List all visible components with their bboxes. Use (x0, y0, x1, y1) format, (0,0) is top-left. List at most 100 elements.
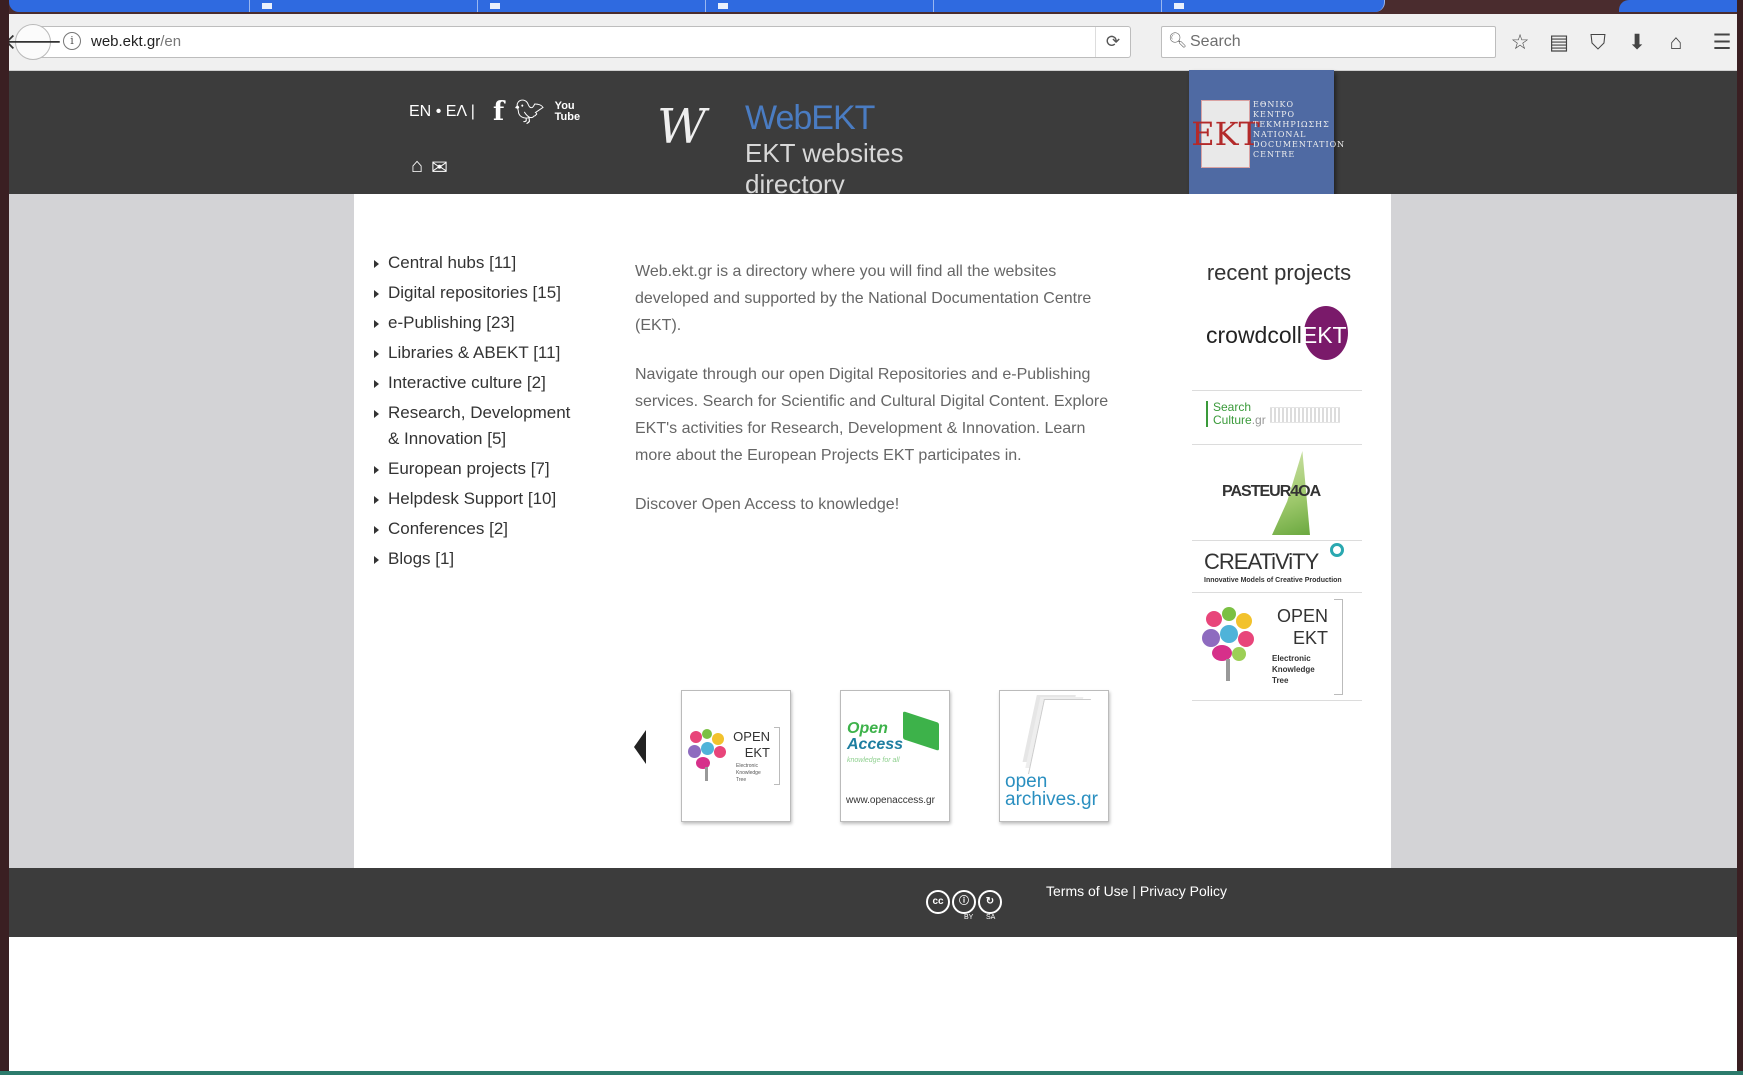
site-info-icon[interactable]: i (63, 32, 81, 50)
download-icon[interactable]: ⬇ (1623, 30, 1651, 56)
ekt-monogram: EKT (1191, 100, 1260, 168)
openaccess-open-label: Open (847, 720, 888, 737)
carousel-slide-openaccess[interactable]: Open Access knowledge for all www.openac… (840, 690, 950, 822)
category-item[interactable]: Interactive culture [2] (374, 370, 584, 396)
bookmark-star-icon[interactable]: ☆ (1506, 30, 1534, 56)
openaccess-access-label: Access (847, 736, 904, 753)
browser-tab[interactable] (933, 0, 1162, 12)
mail-icon[interactable]: ✉ (431, 155, 448, 180)
category-item[interactable]: Research, Development & Innovation [5] (374, 400, 584, 452)
openaccess-book-icon (903, 711, 939, 751)
privacy-link[interactable]: Privacy Policy (1140, 883, 1227, 899)
intro-paragraph: Web.ekt.gr is a directory where you will… (635, 263, 1092, 334)
openekt-subtitle: Electronic Knowledge Tree (1272, 654, 1315, 685)
creative-commons-badge[interactable]: cc ⓘ ↻ (926, 890, 1002, 914)
cc-sa-label: SA (986, 914, 996, 921)
lang-en-link[interactable]: EN (409, 103, 431, 120)
project-searchculture[interactable]: Search Culture.gr (1192, 391, 1362, 445)
lang-separator: • (435, 103, 442, 120)
youtube-icon[interactable]: You Tube (555, 101, 580, 123)
home-icon[interactable]: ⌂ (411, 155, 423, 180)
webekt-logo[interactable]: W WebEKT EKT websites directory (657, 99, 987, 199)
carousel: OPEN EKT Electronic Knowledge Tree Open … (634, 690, 1154, 830)
category-item[interactable]: European projects [7] (374, 456, 584, 482)
url-host: web.ekt.gr (91, 33, 161, 50)
back-arrow-icon: 🡐 (9, 29, 63, 54)
browser-tab[interactable] (1619, 0, 1737, 12)
openekt-tree-icon (1202, 607, 1258, 683)
ekt-badge[interactable]: EKT ΕΘΝΙΚΟ ΚΕΝΤΡΟ ΤΕΚΜΗΡΙΩΣΗΣ NATIONAL D… (1189, 70, 1346, 205)
url-path: /en (160, 33, 182, 50)
url-text[interactable]: web.ekt.gr/en (91, 33, 181, 50)
reload-icon[interactable]: ⟳ (1095, 27, 1130, 57)
browser-tab[interactable] (477, 0, 706, 12)
category-item[interactable]: Helpdesk Support [10] (374, 486, 584, 512)
project-creativity[interactable]: CREATiViTY Innovative Models of Creative… (1192, 541, 1362, 593)
browser-window: i web.ekt.gr/en ⟳ 🡐 🔍︎ ☆ ▤ ⛉ ⬇ ⌂ ☰ EN • … (9, 0, 1737, 1075)
home-icon[interactable]: ⌂ (1662, 30, 1690, 56)
carousel-prev-icon[interactable] (634, 730, 646, 764)
searchculture-label: Search Culture (1213, 400, 1252, 427)
recent-projects-heading-box: recent projects (1194, 260, 1364, 286)
pasteur-label: PASTEUR4OA (1222, 483, 1321, 500)
creativity-subtitle: Innovative Models of Creative Production (1204, 577, 1342, 584)
taskbar-edge (0, 1071, 1743, 1075)
searchculture-gr-label: .gr (1251, 413, 1266, 427)
ekt-badge-text: ΕΘΝΙΚΟ ΚΕΝΤΡΟ ΤΕΚΜΗΡΙΩΣΗΣ NATIONAL DOCUM… (1253, 100, 1346, 159)
site-footer: cc ⓘ ↻ BY SA Terms of Use | Privacy Poli… (9, 868, 1737, 937)
crowdcoll-label: crowdcoll (1206, 322, 1302, 348)
menu-icon[interactable]: ☰ (1708, 30, 1736, 56)
back-button[interactable]: 🡐 (9, 24, 63, 60)
browser-tab[interactable] (249, 0, 478, 12)
terms-link[interactable]: Terms of Use (1046, 883, 1128, 899)
category-item[interactable]: Central hubs [11] (374, 250, 584, 276)
crowdcoll-ekt-label: EKT (1301, 322, 1347, 348)
slide-openekt-subtitle: Electronic Knowledge Tree (736, 763, 761, 783)
social-links: f 🐦︎ You Tube (493, 97, 580, 127)
twitter-icon[interactable]: 🐦︎ (514, 98, 544, 127)
searchculture-tagline-icon (1270, 407, 1340, 423)
browser-tab[interactable] (705, 0, 934, 12)
project-pasteur4oa[interactable]: PASTEUR4OA (1192, 445, 1362, 541)
category-item[interactable]: Blogs [1] (374, 546, 584, 572)
openekt-open-label: OPEN (1276, 606, 1328, 626)
project-openekt[interactable]: OPEN EKT Electronic Knowledge Tree (1192, 593, 1362, 701)
cc-by-icon: ⓘ (952, 890, 976, 914)
slide-open-label: OPEN (733, 729, 770, 744)
navigation-toolbar: i web.ekt.gr/en ⟳ 🡐 🔍︎ ☆ ▤ ⛉ ⬇ ⌂ ☰ (9, 14, 1737, 71)
intro-paragraph: Discover Open Access to knowledge! (635, 496, 900, 513)
search-icon: 🔍︎ (1168, 32, 1188, 49)
carousel-slide-openarchives[interactable]: open archives.gr (999, 690, 1109, 822)
openekt-ekt-label: EKT (1292, 628, 1328, 648)
footer-separator: | (1132, 883, 1136, 899)
category-item[interactable]: Libraries & ABEKT [11] (374, 340, 584, 366)
category-item[interactable]: Conferences [2] (374, 516, 584, 542)
openaccess-tagline: knowledge for all (847, 757, 900, 764)
header-quick-links: ⌂ ✉ (411, 155, 448, 180)
carousel-slide-openekt[interactable]: OPEN EKT Electronic Knowledge Tree (681, 690, 791, 822)
tab-strip (9, 0, 1737, 14)
url-bar[interactable]: i web.ekt.gr/en ⟳ (35, 26, 1131, 58)
logo-title: WebEKT (745, 99, 875, 137)
cc-sa-icon: ↻ (978, 890, 1002, 914)
lang-el-link[interactable]: ΕΛ (446, 103, 466, 120)
openekt-bracket (1334, 599, 1343, 695)
intro-paragraph: Navigate through our open Digital Reposi… (635, 366, 1109, 464)
tab-favicon-icon (262, 3, 272, 9)
recent-projects-title: recent projects (1206, 260, 1352, 285)
logo-subtitle: EKT websites directory (745, 138, 904, 199)
reading-list-icon[interactable]: ▤ (1545, 30, 1573, 56)
lang-divider: | (470, 103, 475, 120)
pocket-icon[interactable]: ⛉ (1584, 30, 1612, 56)
search-input[interactable] (1188, 31, 1482, 53)
facebook-icon[interactable]: f (493, 97, 504, 127)
project-crowdcollekt[interactable]: crowdcollEKT (1192, 294, 1362, 391)
category-item[interactable]: Digital repositories [15] (374, 280, 584, 306)
tab-favicon-icon (1174, 3, 1184, 9)
category-item[interactable]: e-Publishing [23] (374, 310, 584, 336)
creativity-label: CREATiViTY (1204, 549, 1319, 574)
search-box[interactable]: 🔍︎ (1161, 26, 1496, 58)
footer-links: Terms of Use | Privacy Policy (1046, 883, 1227, 899)
browser-tab[interactable] (9, 0, 250, 12)
cc-by-label: BY (964, 914, 974, 921)
